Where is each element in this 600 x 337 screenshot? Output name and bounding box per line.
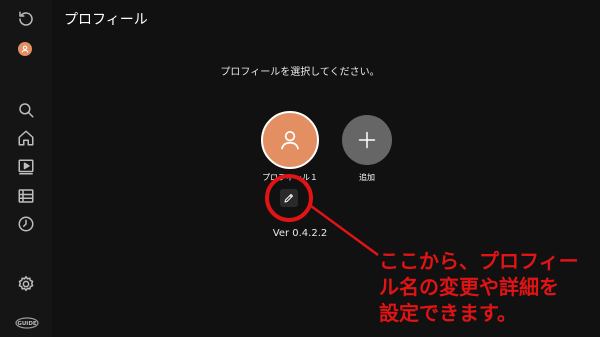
annotation-line: 設定できます。 bbox=[379, 301, 517, 325]
list-icon[interactable] bbox=[15, 185, 37, 207]
annotation-callout: ここから、プロフィー ル名の変更や詳細を 設定できます。 bbox=[379, 248, 594, 326]
guide-logo: GUIDE bbox=[15, 314, 39, 329]
annotation-line: ル名の変更や詳細を bbox=[379, 275, 559, 299]
logo-text: GUIDE bbox=[17, 321, 37, 327]
person-icon bbox=[281, 131, 299, 150]
add-profile-label: 追加 bbox=[359, 173, 375, 182]
video-play-icon[interactable] bbox=[15, 156, 37, 178]
plus-icon bbox=[358, 131, 376, 149]
profile-label: プロフィール１ bbox=[262, 173, 318, 182]
pencil-icon bbox=[284, 194, 293, 203]
gear-icon[interactable] bbox=[15, 273, 37, 295]
annotation-line: ここから、プロフィー bbox=[379, 249, 579, 273]
add-profile-button[interactable] bbox=[342, 115, 392, 165]
sidebar: GUIDE bbox=[0, 0, 52, 337]
home-icon[interactable] bbox=[15, 127, 37, 149]
select-profile-prompt: プロフィールを選択してください。 bbox=[220, 67, 380, 78]
edit-profile-button[interactable] bbox=[280, 189, 298, 207]
refresh-back-icon[interactable] bbox=[15, 8, 37, 30]
version-text: Ver 0.4.2.2 bbox=[272, 228, 328, 239]
page-title: プロフィール bbox=[64, 12, 148, 28]
profile-card-1[interactable] bbox=[261, 111, 319, 169]
search-icon[interactable] bbox=[15, 99, 37, 121]
avatar[interactable] bbox=[18, 42, 32, 56]
